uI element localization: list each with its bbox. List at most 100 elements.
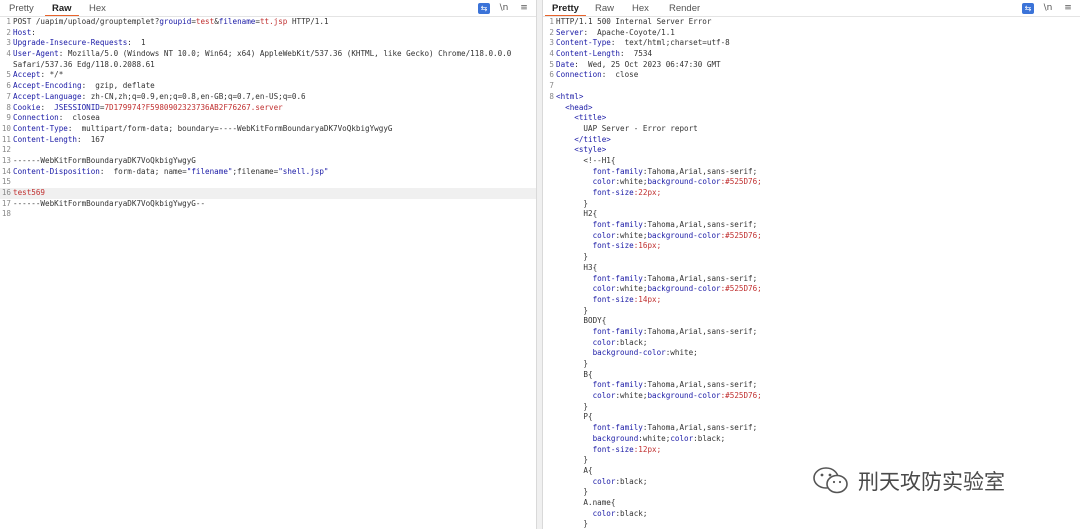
code-token: ------WebKitFormBoundaryaDK7VoQkbigYwgyG…	[13, 198, 206, 208]
code-token: JSESSIONID	[54, 102, 100, 112]
code-token: Date	[556, 59, 575, 69]
response-tabs: Pretty Raw Hex Render ⇆ \n ≡	[543, 0, 1080, 17]
line-number	[543, 391, 556, 402]
code-token: Upgrade-Insecure-Requests	[13, 38, 128, 48]
line-number	[543, 306, 556, 317]
line-text: background:white;color:black;	[556, 434, 1080, 445]
code-token: Content-Type	[556, 38, 611, 48]
menu-icon[interactable]: ≡	[518, 3, 530, 14]
response-line: <!--H1{	[543, 156, 1080, 167]
line-text: Accept: */*	[13, 70, 536, 81]
code-token: <html>	[556, 91, 584, 101]
code-token: Accept-Language	[13, 91, 82, 101]
response-toolbar: ⇆ \n ≡	[1022, 2, 1074, 14]
line-number: 16	[1, 188, 11, 197]
response-line: 8 <html>	[543, 92, 1080, 103]
line-number: 9	[6, 113, 11, 123]
line-number	[543, 274, 556, 285]
response-line: 4 Content-Length: 7534	[543, 49, 1080, 60]
response-tab-hex[interactable]: Hex	[623, 2, 658, 16]
code-token: background	[556, 433, 639, 443]
code-token: :22px;	[633, 188, 662, 197]
code-token: :black;	[615, 476, 648, 486]
line-number: 8	[6, 102, 11, 112]
response-line: </title>	[543, 135, 1080, 146]
newline-icon[interactable]: \n	[1042, 3, 1054, 14]
line-number	[543, 295, 556, 306]
response-editor[interactable]: 1 HTTP/1.1 500 Internal Server Error 2 Serv…	[543, 17, 1080, 529]
line-text: Content-Disposition: form-data; name="fi…	[13, 167, 536, 178]
request-line: 13 ------WebKitFormBoundaryaDK7VoQkbigYwg…	[0, 156, 536, 167]
code-token: "filename"	[186, 166, 233, 176]
wrap-icon[interactable]: ⇆	[478, 2, 490, 14]
code-token: : gzip, deflate	[81, 81, 155, 91]
response-line: color:white;background-color:#525D76;	[543, 391, 1080, 402]
line-number: 6	[6, 81, 11, 91]
line-number	[543, 209, 556, 220]
response-line: 2 Server: Apache-Coyote/1.1	[543, 28, 1080, 39]
code-token: :white;	[638, 433, 671, 443]
line-text: }	[556, 306, 1080, 317]
code-token: Content-Disposition	[13, 166, 100, 176]
code-token: background-color	[556, 348, 666, 358]
request-tab-hex[interactable]: Hex	[80, 2, 115, 16]
code-token: User-Agent	[13, 49, 59, 59]
code-token: : Wed, 25 Oct 2023 06:47:30 GMT	[574, 59, 721, 69]
line-text: User-Agent: Mozilla/5.0 (Windows NT 10.0…	[13, 49, 536, 60]
response-line: }	[543, 252, 1080, 263]
line-number	[543, 156, 556, 167]
response-line: 5 Date: Wed, 25 Oct 2023 06:47:30 GMT	[543, 60, 1080, 71]
request-editor[interactable]: 1 POST /uapim/upload/grouptemplet?groupid…	[0, 17, 536, 529]
line-number	[543, 402, 556, 413]
code-token: <head>	[556, 102, 593, 112]
request-tab-pretty[interactable]: Pretty	[0, 2, 43, 16]
request-tab-raw[interactable]: Raw	[43, 2, 81, 17]
code-token: groupid	[159, 17, 192, 26]
watermark: 刑天攻防实验室	[812, 466, 1005, 496]
line-number: 3	[6, 38, 11, 48]
line-text: H3{	[556, 263, 1080, 274]
line-text: Content-Length: 7534	[556, 49, 1080, 60]
response-tab-raw[interactable]: Raw	[586, 2, 623, 16]
code-token: Connection	[556, 70, 602, 80]
wrap-icon[interactable]: ⇆	[1022, 2, 1034, 14]
pane-splitter[interactable]	[536, 0, 543, 529]
line-number	[543, 167, 556, 178]
request-line: 7 Accept-Language: zh-CN,zh;q=0.9,en;q=0.…	[0, 92, 536, 103]
code-token: ;filename=	[232, 166, 279, 176]
line-text: Accept-Encoding: gzip, deflate	[13, 81, 536, 92]
code-token: color	[556, 230, 616, 240]
response-line: }	[543, 199, 1080, 210]
code-token: :white;	[615, 177, 648, 187]
code-token: Content-Length	[13, 134, 78, 144]
code-token: font-family	[556, 380, 643, 390]
response-line: <head>	[543, 103, 1080, 114]
line-number: 5	[6, 70, 11, 80]
line-number: 13	[1, 155, 11, 165]
line-number: 7	[549, 81, 554, 91]
line-text: BODY{	[556, 316, 1080, 327]
line-number	[543, 359, 556, 370]
code-token: Connection	[13, 113, 59, 123]
response-tab-render[interactable]: Render	[660, 2, 709, 16]
code-token: font-family	[556, 273, 643, 283]
newline-icon[interactable]: \n	[498, 3, 510, 14]
response-line: font-family:Tahoma,Arial,sans-serif;	[543, 274, 1080, 285]
code-token: Cookie	[13, 102, 41, 112]
response-tab-pretty[interactable]: Pretty	[543, 2, 588, 17]
request-line: 17 ------WebKitFormBoundaryaDK7VoQkbigYwg…	[0, 199, 536, 210]
code-token: : close	[601, 70, 639, 80]
code-token: :Tahoma,Arial,sans-serif;	[642, 326, 758, 336]
code-token: :#525D76;	[720, 284, 762, 294]
request-line: Safari/537.36 Edg/118.0.2088.61	[0, 60, 536, 71]
line-text	[13, 209, 536, 220]
menu-icon[interactable]: ≡	[1062, 3, 1074, 14]
response-line: }	[543, 519, 1080, 529]
line-number	[543, 188, 556, 199]
line-number: 5	[549, 59, 554, 69]
line-number	[543, 263, 556, 274]
code-token: background-color	[647, 284, 721, 294]
line-number: 2	[6, 27, 11, 37]
line-number: 15	[1, 177, 11, 187]
line-text: color:white;background-color:#525D76;	[556, 284, 1080, 295]
